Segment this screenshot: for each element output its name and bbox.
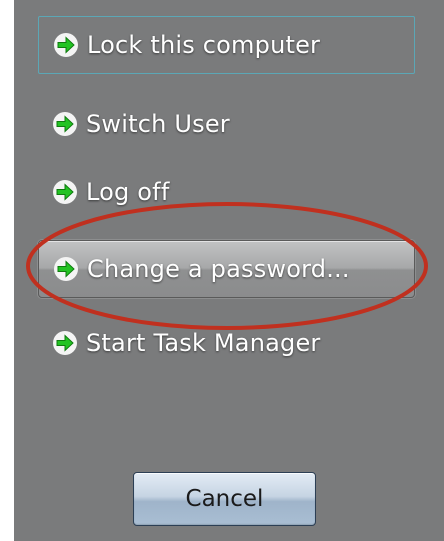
- security-options-panel: Lock this computer Switch User Log off C…: [14, 0, 444, 541]
- option-label: Log off: [86, 178, 170, 206]
- option-change-a-password[interactable]: Change a password...: [38, 240, 415, 298]
- option-label: Start Task Manager: [86, 329, 321, 357]
- option-label: Switch User: [86, 110, 230, 138]
- green-arrow-icon: [53, 331, 77, 355]
- option-label: Lock this computer: [87, 31, 321, 59]
- cancel-button[interactable]: Cancel: [133, 472, 316, 526]
- option-start-task-manager[interactable]: Start Task Manager: [38, 314, 415, 372]
- option-log-off[interactable]: Log off: [38, 163, 415, 221]
- green-arrow-icon: [53, 112, 77, 136]
- option-lock-this-computer[interactable]: Lock this computer: [38, 16, 415, 74]
- option-switch-user[interactable]: Switch User: [38, 95, 415, 153]
- green-arrow-icon: [53, 180, 77, 204]
- green-arrow-icon: [54, 33, 78, 57]
- option-label: Change a password...: [87, 255, 350, 283]
- green-arrow-icon: [54, 257, 78, 281]
